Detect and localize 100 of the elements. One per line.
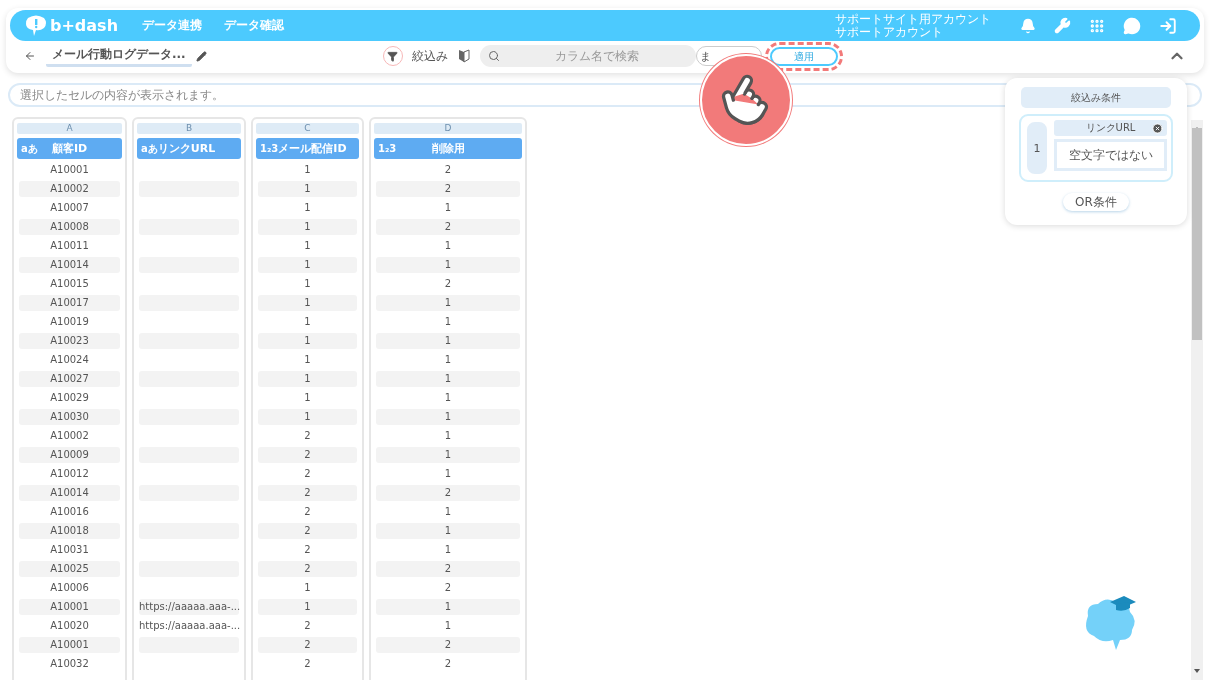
table-cell: 2 [376,485,520,501]
table-cell-text: 1 [303,277,312,291]
table-cell-text: A10015 [49,277,90,291]
table-cell: A10014 [19,257,120,273]
table-cell-text: 1 [443,391,453,405]
table-cell-text: A10032 [49,657,90,671]
column-name: メール配信ID [278,141,347,156]
table-cell-text: A10019 [49,315,90,329]
type-tag: aあ [141,141,158,156]
table-cell-text: A10002 [49,429,90,443]
table-cell: 2 [376,219,520,235]
table-cell: 1 [258,599,357,615]
table-cell-text: 1 [303,239,312,253]
beginner-mark-icon[interactable] [457,49,470,63]
table-cell-text: A10029 [49,391,90,405]
table-cell-text: 1 [443,467,453,481]
table-cell-text: A10006 [49,581,90,595]
table-cell: 2 [376,637,520,653]
table-cell: 2 [258,523,357,539]
table-cell-text: A10011 [49,239,90,253]
table-cell-text: 2 [303,429,312,443]
back-icon[interactable] [24,50,36,62]
column-header[interactable]: aあリンクURL [137,138,241,159]
table-cell: 1 [376,523,520,539]
table-cell-text: 1 [443,619,453,633]
table-cell: 1 [376,295,520,311]
table-cell: 2 [258,447,357,463]
table-cell: 1 [258,295,357,311]
type-tag: 1₂3 [378,143,402,154]
table-cell-text: 1 [303,353,312,367]
table-cell: 1 [376,599,520,615]
condition-column[interactable]: リンクURL [1054,120,1167,136]
account-name: サポートアカウント [835,25,944,39]
filter-icon [387,50,399,62]
table-cell: 2 [258,561,357,577]
table-cell-text: 2 [303,505,312,519]
table-cell: A10002 [19,181,120,197]
column-name: リンクURL [157,141,216,156]
column-letter: D [374,123,522,134]
logo-text: b+dash [50,16,119,35]
search-field[interactable]: カラム名で検索 [479,45,696,67]
column-name: 顧客ID [50,141,89,156]
column-header[interactable]: 1₂3 削除用 [374,138,522,159]
panel-title: 絞込み条件 [1021,87,1171,108]
column-letter: A [17,123,122,134]
table-cell-text: 2 [443,163,453,177]
dataset-title[interactable]: メール行動ログデータ... [46,45,192,67]
table-cell: 1 [258,219,357,235]
table-cell-text: 2 [303,619,312,633]
table-cell: A10027 [19,371,120,387]
type-tag: aあ [21,141,45,156]
table-cell-text: A10020 [49,619,90,633]
column-header[interactable]: 1₂3メール配信ID [256,138,359,159]
column-name: 削除用 [430,141,466,156]
table-cell-text: A10031 [49,543,90,557]
nav-link[interactable]: データ確認 [224,17,285,34]
logo-icon [24,14,48,37]
filter-label: 絞込み [411,47,448,65]
table-cell: 1 [376,333,520,349]
table-cell-text: https://aaaaa.aaa-... [139,619,239,633]
table-cell-text: 2 [303,467,312,481]
table-cell-text: 1 [303,201,312,215]
table-cell: 1 [258,181,357,197]
table-cell: 2 [258,485,357,501]
table-cell: A10009 [19,447,120,463]
scrollbar[interactable] [1191,120,1203,680]
table-cell: 1 [376,447,520,463]
table-cell-text: 1 [303,163,312,177]
table-cell-text: 1 [443,353,453,367]
table-cell-text: 1 [443,201,453,215]
or-condition-button[interactable]: OR条件 [1063,193,1129,211]
table-cell: 2 [376,561,520,577]
table-cell: A10001 [19,599,120,615]
search-icon [487,50,500,62]
table-cell-text: 2 [443,581,453,595]
table-cell-text: 1 [303,391,312,405]
table-cell: A10008 [19,219,120,235]
table-cell: 1 [258,409,357,425]
table-cell: 1 [258,371,357,387]
account-name: サポートサイト用アカウント [835,12,991,26]
table-cell: 2 [258,637,357,653]
table-cell: A10017 [19,295,120,311]
table-cell-text: 2 [303,543,312,557]
table-cell-text: 1 [443,239,453,253]
table-cell-text: A10007 [49,201,90,215]
table-cell: 1 [376,257,520,273]
table-cell-text: A10012 [49,467,90,481]
table-cell-text: 2 [443,657,453,671]
table-cell-text: 1 [443,543,453,557]
nav-link[interactable]: データ連携 [142,17,203,34]
table-cell-text: 1 [303,581,312,595]
table-cell: A10001 [19,637,120,653]
remove-icon[interactable] [1152,122,1163,134]
column-letter: B [137,123,241,134]
table-cell: A10030 [19,409,120,425]
edit-icon[interactable] [195,50,207,62]
column-header[interactable]: aあ 顧客ID [17,138,122,159]
table-cell-text: A10001 [49,163,90,177]
table-cell: A10023 [19,333,120,349]
table-cell: A10018 [19,523,120,539]
